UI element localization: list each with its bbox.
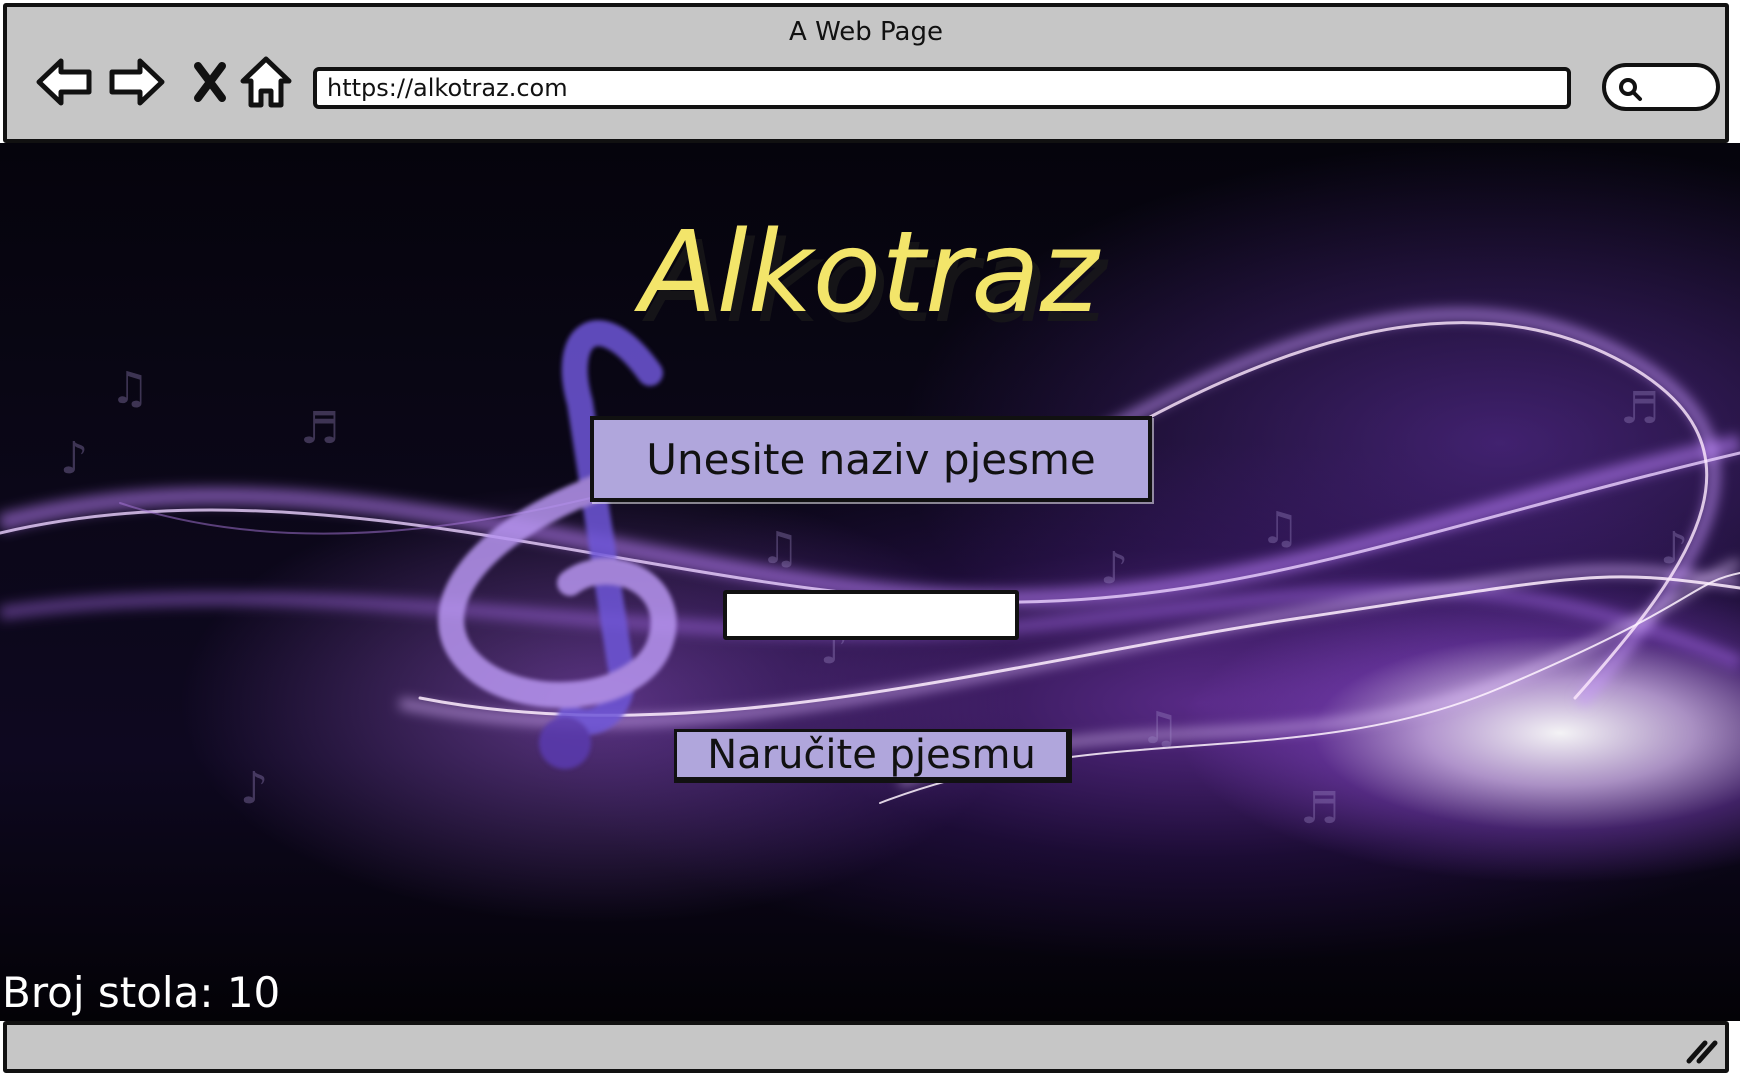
forward-arrow-icon[interactable]: [106, 51, 168, 113]
browser-toolbar: A Web Page https://alkotraz.com: [3, 3, 1729, 143]
browser-statusbar: [3, 1021, 1729, 1073]
window-title: A Web Page: [789, 17, 943, 47]
svg-text:Alkotraz: Alkotraz: [634, 208, 1101, 338]
svg-text:♫: ♫: [1260, 503, 1299, 554]
search-field[interactable]: [1602, 63, 1720, 111]
svg-text:♫: ♫: [760, 523, 799, 574]
resize-grip-icon[interactable]: [1683, 1035, 1719, 1065]
svg-text:♬: ♬: [300, 403, 339, 454]
home-icon[interactable]: [235, 51, 297, 113]
song-title-label: Unesite naziv pjesme: [590, 416, 1152, 502]
svg-text:♪: ♪: [1660, 523, 1688, 574]
song-title-input[interactable]: [723, 590, 1019, 640]
browser-window: A Web Page https://alkotraz.com ♫ ♪ ♬ ♫ …: [0, 0, 1740, 1074]
alkotraz-logo: Alkotraz Alkotraz: [634, 208, 1109, 348]
search-icon: [1619, 78, 1642, 101]
svg-text:♪: ♪: [60, 433, 88, 484]
close-icon[interactable]: [179, 51, 241, 113]
url-bar[interactable]: https://alkotraz.com: [313, 67, 1571, 109]
svg-text:♫: ♫: [1140, 703, 1179, 754]
svg-text:♪: ♪: [240, 763, 268, 814]
table-number-label: Broj stola: 10: [2, 968, 281, 1017]
svg-text:♬: ♬: [1620, 383, 1659, 434]
svg-text:♬: ♬: [1300, 783, 1339, 834]
page-content: ♫ ♪ ♬ ♫ ♪ ♫ ♬ ♪ ♪ ♫ ♬ ♪ Alkotraz Alkotra…: [0, 143, 1740, 1021]
order-song-button[interactable]: Naručite pjesmu: [674, 729, 1072, 783]
svg-text:♪: ♪: [1100, 543, 1128, 594]
svg-text:♫: ♫: [110, 363, 149, 414]
back-arrow-icon[interactable]: [33, 51, 95, 113]
